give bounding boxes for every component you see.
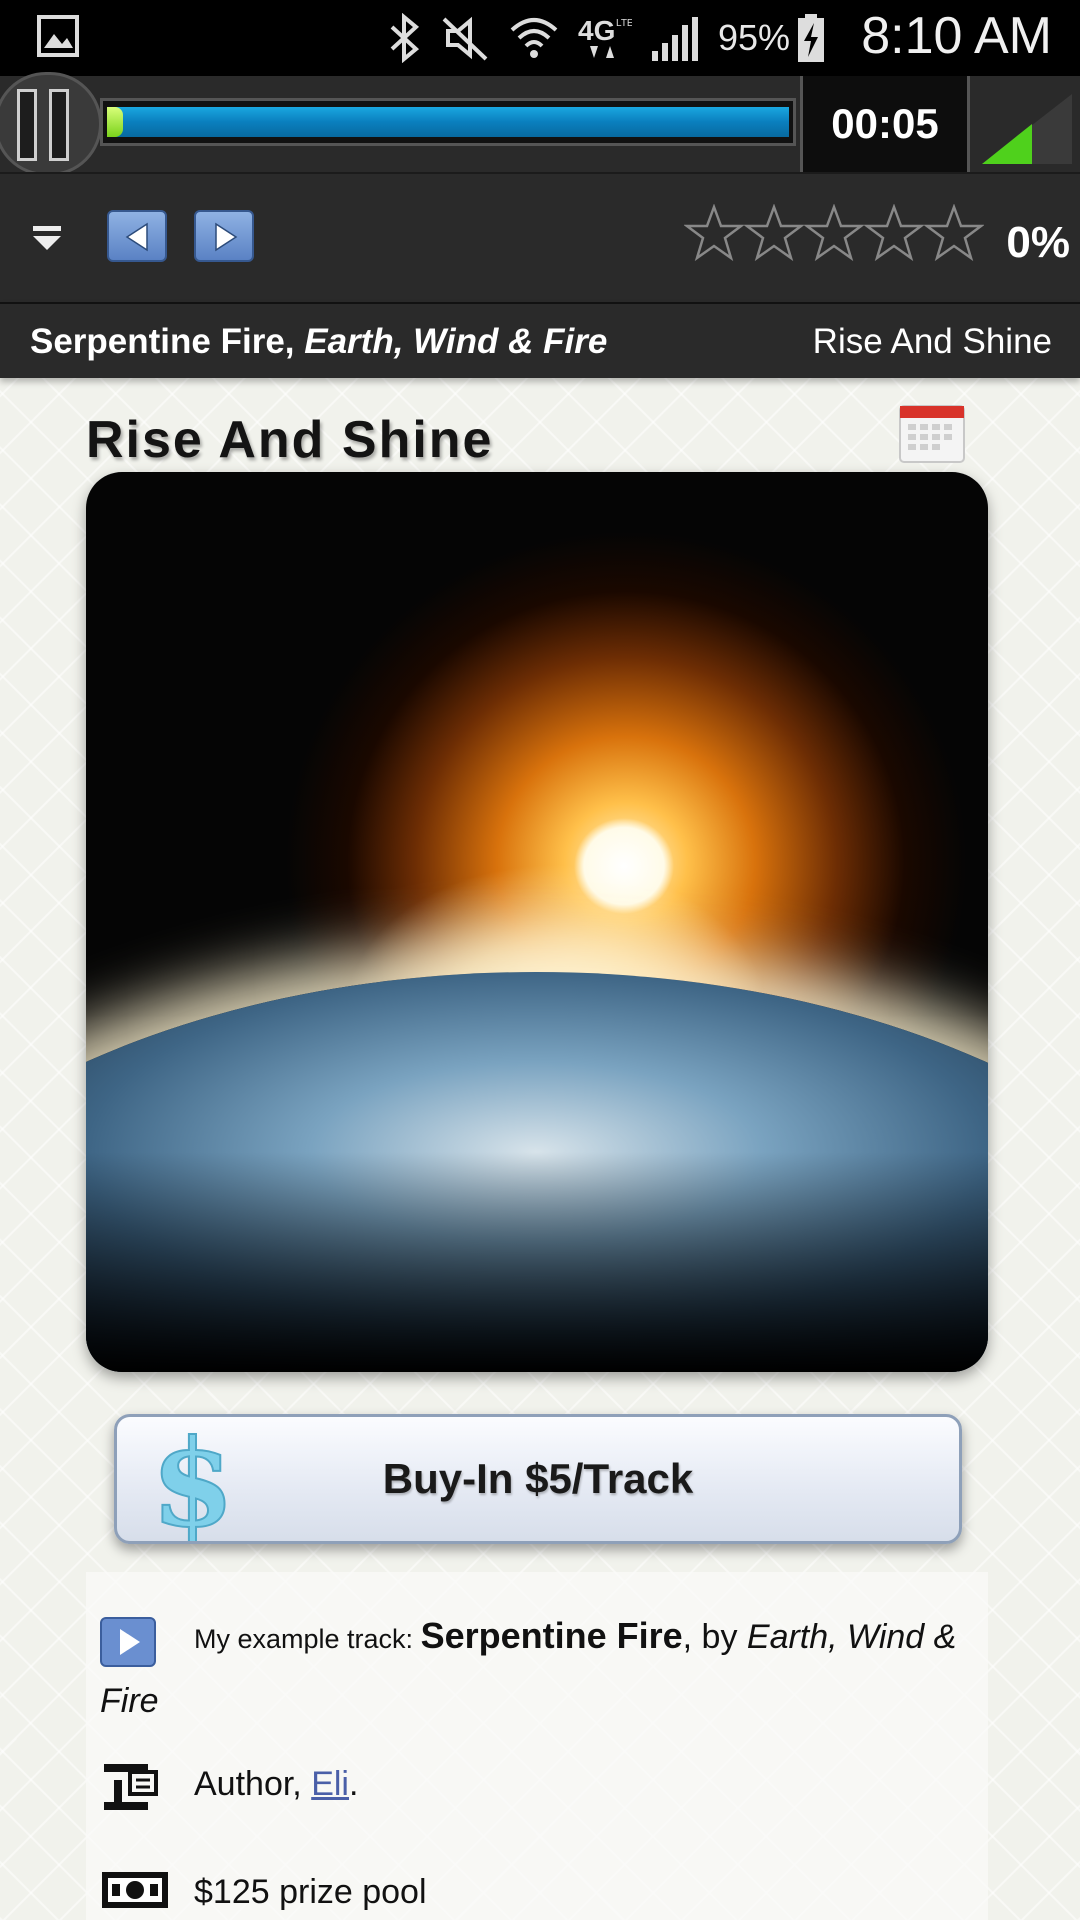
signal-icon: [652, 17, 698, 61]
previous-button[interactable]: [107, 210, 167, 262]
volume-icon[interactable]: [976, 88, 1076, 168]
4g-lte-icon: 4G LTE: [578, 15, 632, 58]
prize-pool-text: $125 prize pool: [194, 1873, 427, 1911]
star-icon[interactable]: [744, 204, 804, 264]
wifi-icon: [510, 18, 558, 58]
playlist-name: Rise And Shine: [812, 322, 1052, 361]
status-icons: 4G LTE 95%: [388, 8, 844, 68]
example-track-row: My example track: Serpentine Fire, by Ea…: [100, 1605, 960, 1732]
author-link[interactable]: Eli: [311, 1765, 349, 1803]
buy-in-button[interactable]: $ Buy-In $5/Track: [114, 1414, 962, 1544]
now-playing-bar: Serpentine Fire, Earth, Wind & Fire Rise…: [0, 302, 1080, 378]
next-button[interactable]: [194, 210, 254, 262]
buy-in-label: Buy-In $5/Track: [382, 1455, 694, 1502]
status-time: 8:10 AM: [861, 7, 1052, 65]
gallery-icon: [37, 15, 79, 57]
track-name: Serpentine Fire: [30, 322, 285, 361]
arrow-left-icon: [125, 222, 148, 252]
star-icon[interactable]: [804, 204, 864, 264]
artwork-shade: [86, 1152, 988, 1372]
progress-bar[interactable]: [100, 98, 796, 146]
prize-row: $125 prize pool: [100, 1862, 960, 1920]
star-icon[interactable]: [924, 204, 984, 264]
play-icon[interactable]: [100, 1617, 156, 1667]
pause-icon-bar: [49, 89, 69, 161]
dropdown-icon[interactable]: [30, 222, 64, 254]
artist-name: Earth, Wind & Fire: [304, 322, 608, 361]
battery-percent: 95%: [718, 17, 791, 58]
progress-knob[interactable]: [107, 107, 123, 137]
svg-text:4G: 4G: [578, 15, 615, 46]
author-row: Author, Eli.: [100, 1754, 960, 1814]
example-track-by: , by: [682, 1618, 747, 1656]
page-title: Rise And Shine: [86, 411, 494, 469]
author-suffix: .: [349, 1765, 359, 1803]
battery-charging-icon: [798, 14, 825, 62]
mute-icon: [442, 16, 488, 61]
pause-button[interactable]: [0, 72, 102, 176]
svg-text:LTE: LTE: [616, 18, 632, 29]
bluetooth-icon: [390, 13, 420, 63]
rating-percent: 0%: [1006, 218, 1070, 267]
status-bar: 4G LTE 95% 8:10 AM: [0, 0, 1080, 76]
progress-fill: [107, 107, 789, 137]
example-track-label: My example track:: [194, 1624, 421, 1654]
author-text: Author, Eli.: [194, 1754, 358, 1814]
arrow-right-icon: [215, 222, 238, 252]
pause-icon: [17, 89, 37, 161]
rating-stars[interactable]: [684, 204, 984, 270]
star-icon[interactable]: [684, 204, 744, 264]
author-icon: [104, 1764, 158, 1810]
control-bar: 0%: [0, 172, 1080, 302]
player-bar: 00:05: [0, 72, 1080, 176]
track-separator: ,: [284, 322, 305, 361]
album-artwork[interactable]: [86, 472, 988, 1372]
star-icon[interactable]: [864, 204, 924, 264]
elapsed-time: 00:05: [800, 76, 970, 172]
author-prefix: Author,: [194, 1765, 312, 1803]
example-track-name: Serpentine Fire: [420, 1615, 683, 1656]
example-track-text: My example track: Serpentine Fire, by Ea…: [100, 1605, 960, 1732]
calendar-icon[interactable]: [898, 400, 966, 464]
cash-icon: [102, 1872, 168, 1908]
now-playing-track: Serpentine Fire, Earth, Wind & Fire: [30, 304, 607, 380]
